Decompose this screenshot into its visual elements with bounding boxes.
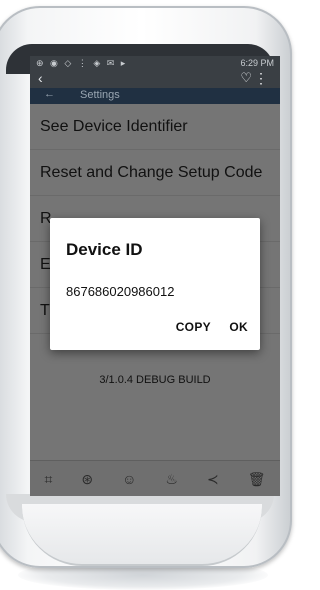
filter-icon[interactable]: ⊛ [81,471,93,488]
ok-button[interactable]: OK [229,320,248,334]
status-time: 6:29 PM [240,58,274,68]
delete-icon[interactable]: 🗑 [248,471,266,488]
dialog-actions: COPY OK [162,318,248,336]
build-version-label: 3/1.0.4 DEBUG BUILD [99,374,211,386]
device-id-dialog: Device ID 867686020986012 COPY OK [50,218,260,350]
bottom-toolbar: ⌗ ⊛ ☺ ♨ ≺ 🗑 [30,460,280,496]
phone-screen: ⊕ ◉ ◇ ⋮ ◈ ✉ ▸ 6:29 PM ‹ ♡ ⋮ ← Settings S… [30,56,280,496]
back-arrow-icon[interactable]: ‹ [38,70,43,86]
copy-button[interactable]: COPY [176,320,211,334]
device-id-value: 867686020986012 [66,284,175,299]
page-title: Settings [80,89,120,101]
crop-icon[interactable]: ⌗ [45,471,53,488]
settings-item-see-device-identifier[interactable]: See Device Identifier [30,104,280,150]
settings-app-bar: ← Settings [30,88,280,104]
back-button[interactable]: ← [44,88,55,100]
heart-icon[interactable]: ♡ [240,70,252,86]
share-icon[interactable]: ≺ [207,471,219,488]
top-bar: ‹ ♡ ⋮ [30,70,280,88]
sticker-icon[interactable]: ☺ [122,471,136,487]
phone-chin [22,504,262,566]
status-icons: ⊕ ◉ ◇ ⋮ ◈ ✉ ▸ [36,58,128,68]
paint-icon[interactable]: ♨ [165,471,178,488]
dialog-title: Device ID [66,240,143,259]
settings-item-reset-setup-code[interactable]: Reset and Change Setup Code [30,150,280,196]
overflow-menu-icon[interactable]: ⋮ [254,70,268,87]
status-bar: ⊕ ◉ ◇ ⋮ ◈ ✉ ▸ 6:29 PM [30,56,280,70]
